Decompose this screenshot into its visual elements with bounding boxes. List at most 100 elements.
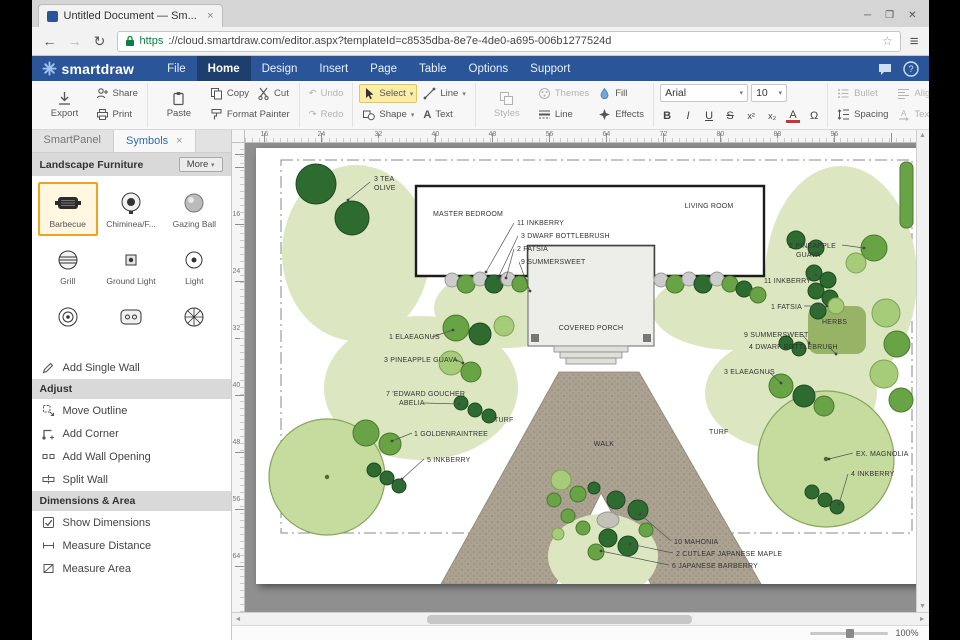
move-outline-button[interactable]: Move Outline (32, 399, 231, 422)
font-size-select[interactable]: 10 ▾ (751, 84, 787, 102)
show-dimensions-button[interactable]: Show Dimensions (32, 511, 231, 534)
plant-symbol[interactable] (846, 253, 866, 273)
plant-symbol[interactable] (494, 316, 514, 336)
line-style-button[interactable]: Line (535, 105, 592, 124)
scroll-down-icon[interactable]: ▼ (919, 603, 926, 610)
plant-symbol[interactable] (468, 403, 482, 417)
plant-symbol[interactable] (454, 396, 468, 410)
bold-button[interactable]: B (660, 110, 674, 122)
help-icon[interactable]: ? (903, 61, 919, 77)
menu-table[interactable]: Table (408, 56, 458, 81)
plan-label[interactable]: OLIVE (374, 185, 396, 192)
plan-label[interactable]: 6 JAPANESE BARBERRY (672, 563, 758, 570)
plant-symbol[interactable] (808, 283, 824, 299)
plan-label[interactable]: 3 DWARF BOTTLEBRUSH (521, 233, 610, 240)
text-direction-button[interactable]: A Text Direction (894, 105, 928, 124)
plan-label[interactable]: 2 FATSIA (517, 246, 548, 253)
align-button[interactable]: Align (894, 84, 928, 103)
plant-symbol[interactable] (830, 500, 844, 514)
plant-symbol[interactable] (392, 479, 406, 493)
plan-label[interactable]: ABELIA (399, 400, 425, 407)
bookmark-star-icon[interactable]: ☆ (882, 34, 893, 48)
drawing-canvas-area[interactable]: 1624324048566472808896 16243240485664 (232, 130, 929, 612)
plant-symbol[interactable] (814, 396, 834, 416)
chat-icon[interactable] (877, 61, 893, 77)
vertical-scrollbar[interactable]: ▲ ▼ (916, 130, 929, 612)
zoom-slider[interactable] (810, 632, 888, 635)
text-tool-button[interactable]: A Text (420, 105, 468, 124)
plan-label[interactable]: EX. MAGNOLIA (856, 451, 909, 458)
split-wall-button[interactable]: Split Wall (32, 468, 231, 491)
symbol-light[interactable]: Light (164, 239, 224, 293)
plan-label[interactable]: 1 FATSIA (771, 304, 802, 311)
hedge-strip[interactable] (900, 162, 913, 228)
zoom-slider-thumb[interactable] (846, 629, 854, 638)
shape-tool-button[interactable]: Shape ▾ (359, 105, 417, 124)
scroll-right-icon[interactable]: ► (919, 616, 926, 623)
effects-button[interactable]: Effects (595, 105, 647, 124)
plan-label[interactable]: 2 PINEAPPLE (789, 243, 836, 250)
plant-symbol[interactable] (461, 362, 481, 382)
plant-symbol[interactable] (588, 482, 600, 494)
plan-label[interactable]: TURF (494, 417, 513, 424)
plan-label[interactable]: LIVING ROOM (684, 203, 733, 210)
plan-label[interactable]: 3 ELAEAGNUS (724, 369, 775, 376)
tab-smartpanel[interactable]: SmartPanel (32, 130, 113, 152)
cut-button[interactable]: Cut (254, 84, 292, 103)
menu-page[interactable]: Page (359, 56, 408, 81)
redo-button[interactable]: ↷ Redo (306, 105, 347, 124)
plan-label[interactable]: 3 PINEAPPLE GUAVA (384, 357, 458, 364)
plant-symbol[interactable] (828, 298, 844, 314)
plant-symbol[interactable] (607, 491, 625, 509)
themes-button[interactable]: Themes (535, 84, 592, 103)
plant-symbol[interactable] (335, 201, 369, 235)
menu-home[interactable]: Home (197, 56, 251, 81)
plan-label[interactable]: TURF (709, 429, 728, 436)
plan-label[interactable]: MASTER BEDROOM (432, 211, 502, 218)
plant-symbol[interactable] (870, 360, 898, 388)
plant-symbol[interactable] (805, 485, 819, 499)
plan-label[interactable]: 4 INKBERRY (851, 471, 895, 478)
symbol-button[interactable]: Ω (807, 110, 821, 122)
symbol-chiminea[interactable]: Chiminea/F... (101, 182, 161, 236)
fill-button[interactable]: Fill (595, 84, 647, 103)
plant-symbol[interactable] (547, 493, 561, 507)
font-family-select[interactable]: Arial ▾ (660, 84, 748, 102)
plant-symbol[interactable] (512, 276, 528, 292)
menu-file[interactable]: File (156, 56, 197, 81)
superscript-button[interactable]: x² (744, 111, 758, 121)
plan-label[interactable]: 4 DWARF BOTTLEBRUSH (749, 344, 838, 351)
plan-label[interactable]: 11 INKBERRY (764, 278, 811, 285)
subscript-button[interactable]: x₂ (765, 111, 779, 121)
export-button[interactable]: Export (40, 84, 90, 126)
plant-symbol[interactable] (884, 331, 910, 357)
plant-symbol[interactable] (367, 463, 381, 477)
plant-symbol[interactable] (889, 388, 913, 412)
plant-symbol[interactable] (750, 287, 766, 303)
plant-symbol[interactable] (666, 275, 684, 293)
symbol-spa[interactable] (101, 296, 161, 350)
plant-symbol[interactable] (628, 500, 648, 520)
boulder[interactable] (597, 512, 619, 528)
plan-label[interactable]: WALK (593, 441, 614, 448)
plant-symbol[interactable] (793, 385, 815, 407)
symbol-fire-pit[interactable] (38, 296, 98, 350)
symbols-tab-close-icon[interactable]: × (176, 135, 182, 147)
plan-label[interactable]: 2 CUTLEAF JAPANESE MAPLE (676, 551, 782, 558)
menu-support[interactable]: Support (519, 56, 581, 81)
horizontal-scrollbar[interactable]: ◄ ► (232, 612, 929, 625)
italic-button[interactable]: I (681, 110, 695, 122)
plant-symbol[interactable] (457, 275, 475, 293)
add-single-wall-button[interactable]: Add Single Wall (32, 356, 231, 379)
browser-menu-icon[interactable]: ≡ (910, 33, 919, 50)
plan-label[interactable]: HERBS (822, 319, 847, 326)
paste-button[interactable]: Paste (154, 84, 204, 126)
plan-label[interactable]: 3 TEA (374, 176, 394, 183)
format-painter-button[interactable]: Format Painter (207, 105, 293, 124)
plant-symbol[interactable] (570, 486, 586, 502)
menu-options[interactable]: Options (458, 56, 520, 81)
plan-label[interactable]: 1 GOLDENRAINTREE (414, 431, 488, 438)
plant-symbol[interactable] (485, 275, 503, 293)
plant-symbol[interactable] (551, 470, 571, 490)
symbol-umbrella[interactable] (164, 296, 224, 350)
